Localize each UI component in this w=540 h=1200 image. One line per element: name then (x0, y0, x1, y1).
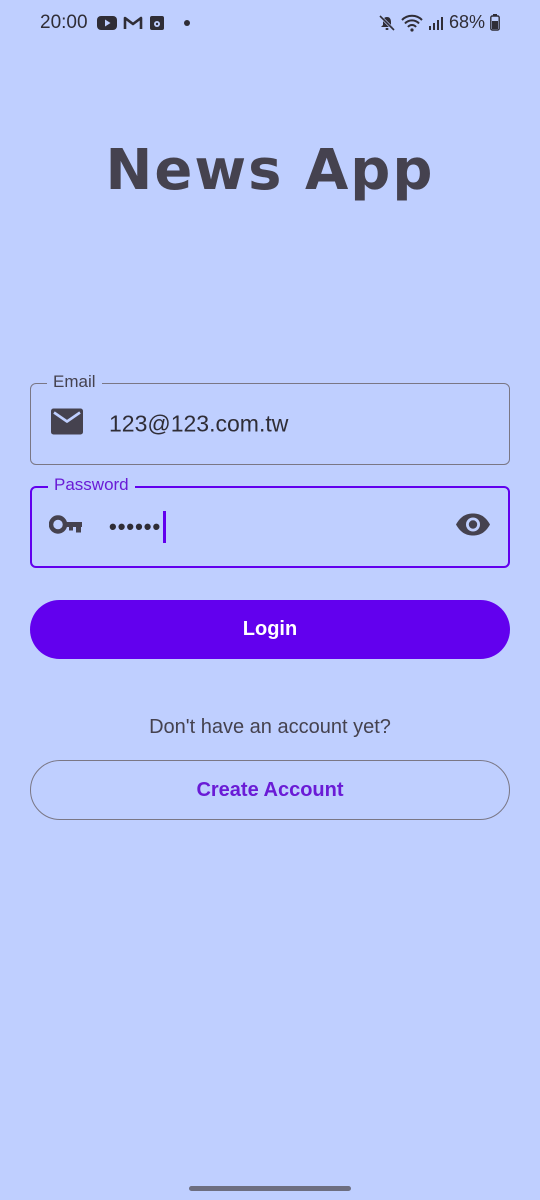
password-field[interactable]: Password •••••• (30, 474, 510, 568)
status-bar: 20:00 68% (0, 0, 540, 50)
system-status: 68% (378, 12, 500, 33)
status-time: 20:00 (40, 12, 88, 33)
battery-percentage: 68% (448, 12, 485, 32)
mail-icon (51, 408, 83, 440)
media-icon (149, 15, 165, 31)
battery-icon (490, 14, 500, 31)
password-label: Password (48, 474, 135, 496)
email-label: Email (47, 371, 102, 393)
eye-icon[interactable] (455, 513, 491, 542)
gmail-icon (123, 15, 143, 31)
dot-icon (183, 19, 191, 27)
login-button[interactable]: Login (30, 600, 510, 659)
signup-prompt: Don't have an account yet? (149, 716, 391, 738)
key-icon (48, 515, 83, 540)
create-account-button[interactable]: Create Account (30, 760, 510, 820)
youtube-icon (97, 15, 117, 31)
notification-icons (97, 15, 191, 31)
password-input[interactable]: •••••• (109, 511, 167, 543)
wifi-icon (401, 14, 423, 32)
text-cursor (163, 511, 167, 543)
app-title: News App (105, 138, 435, 203)
home-indicator[interactable] (189, 1186, 351, 1191)
password-value: •••••• (109, 514, 162, 539)
email-field[interactable]: Email 123@123.com.tw (30, 371, 510, 465)
signal-icon (428, 15, 444, 31)
mute-icon (378, 14, 396, 32)
email-value: 123@123.com.tw (109, 410, 289, 437)
